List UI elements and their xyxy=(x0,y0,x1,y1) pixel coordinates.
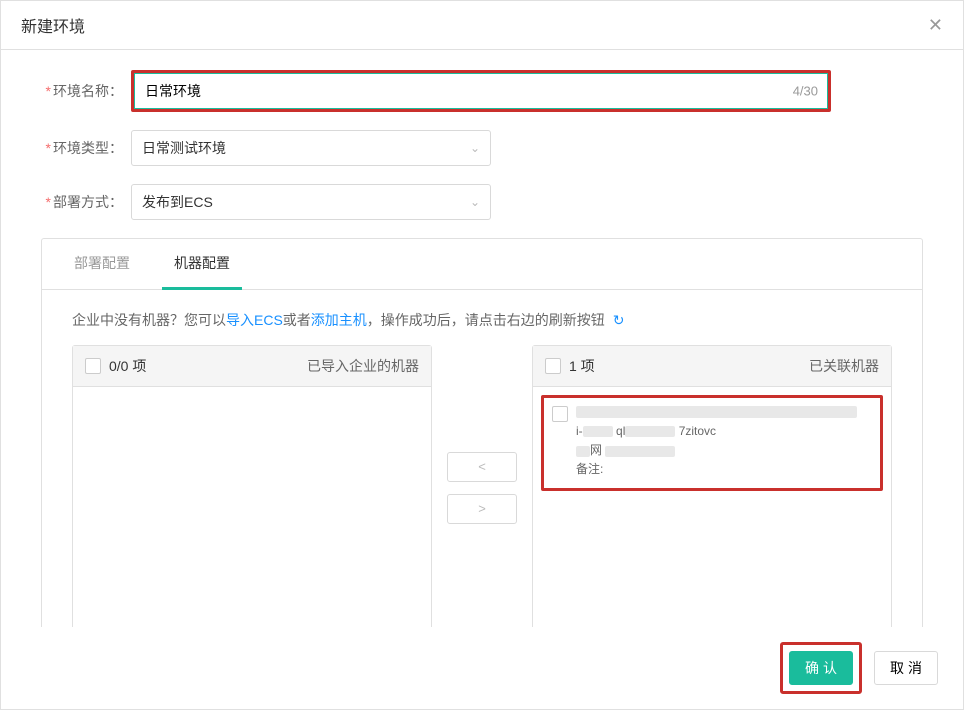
redacted-segment xyxy=(583,426,613,437)
env-name-input-highlight: 4/30 xyxy=(131,70,831,112)
move-right-button[interactable]: > xyxy=(447,494,517,524)
env-type-select[interactable]: 日常测试环境 ⌄ xyxy=(131,130,491,166)
hint-text: 企业中没有机器？您可以导入ECS或者添加主机，操作成功后，请点击右边的刷新按钮 … xyxy=(72,310,892,330)
deploy-method-label: *部署方式： xyxy=(41,192,131,212)
select-all-left-checkbox[interactable] xyxy=(85,358,101,374)
config-section: 部署配置 机器配置 企业中没有机器？您可以导入ECS或者添加主机，操作成功后，请… xyxy=(41,238,923,627)
new-environment-dialog: 新建环境 ✕ *环境名称： 4/30 *环境类型： 日常测试环境 ⌄ *部署方式… xyxy=(0,0,964,710)
close-icon[interactable]: ✕ xyxy=(928,16,943,34)
refresh-icon[interactable]: ↻ xyxy=(613,312,625,329)
deploy-method-row: *部署方式： 发布到ECS ⌄ xyxy=(41,184,923,220)
config-tabs: 部署配置 机器配置 xyxy=(42,239,922,290)
transfer-right-header: 1 项 已关联机器 xyxy=(533,346,891,387)
required-mark: * xyxy=(46,140,51,156)
machine-transfer: 0/0 项 已导入企业的机器 < > xyxy=(72,345,892,627)
redacted-segment xyxy=(625,426,675,437)
confirm-button[interactable]: 确认 xyxy=(789,651,853,685)
machine-remark-line: 备注: xyxy=(576,460,872,479)
dialog-title: 新建环境 xyxy=(21,13,85,37)
chevron-down-icon: ⌄ xyxy=(470,141,480,155)
cancel-button[interactable]: 取消 xyxy=(874,651,938,685)
dialog-header: 新建环境 ✕ xyxy=(1,1,963,50)
machine-info: i- ql 7zitovc 网 备注: xyxy=(576,406,872,480)
env-name-row: *环境名称： 4/30 xyxy=(41,70,923,112)
deploy-method-select[interactable]: 发布到ECS ⌄ xyxy=(131,184,491,220)
redacted-segment xyxy=(605,446,675,457)
deploy-method-value: 发布到ECS xyxy=(142,192,213,212)
confirm-button-highlight: 确认 xyxy=(780,642,862,694)
transfer-buttons: < > xyxy=(447,452,517,524)
tab-deploy-config[interactable]: 部署配置 xyxy=(62,239,142,289)
move-left-button[interactable]: < xyxy=(447,452,517,482)
redacted-segment xyxy=(576,446,590,457)
env-type-value: 日常测试环境 xyxy=(142,138,226,158)
machine-checkbox[interactable] xyxy=(552,406,568,422)
transfer-left-count: 0/0 项 xyxy=(109,356,146,376)
dialog-body: *环境名称： 4/30 *环境类型： 日常测试环境 ⌄ *部署方式： 发布到EC… xyxy=(1,50,963,627)
redacted-line xyxy=(576,406,857,418)
transfer-left-panel: 0/0 项 已导入企业的机器 xyxy=(72,345,432,627)
machine-id-line: i- ql 7zitovc xyxy=(576,422,872,441)
machine-item-highlight[interactable]: i- ql 7zitovc 网 备注: xyxy=(541,395,883,491)
char-counter: 4/30 xyxy=(793,84,818,99)
transfer-left-header: 0/0 项 已导入企业的机器 xyxy=(73,346,431,387)
transfer-right-count: 1 项 xyxy=(569,356,595,376)
dialog-footer: 确认 取消 xyxy=(1,627,963,709)
tab-content-machine: 企业中没有机器？您可以导入ECS或者添加主机，操作成功后，请点击右边的刷新按钮 … xyxy=(42,290,922,627)
env-type-row: *环境类型： 日常测试环境 ⌄ xyxy=(41,130,923,166)
required-mark: * xyxy=(46,194,51,210)
tab-machine-config[interactable]: 机器配置 xyxy=(162,239,242,290)
transfer-right-title: 已关联机器 xyxy=(809,356,879,376)
machine-network-line: 网 xyxy=(576,441,872,460)
chevron-right-icon: > xyxy=(478,501,486,516)
chevron-down-icon: ⌄ xyxy=(470,195,480,209)
select-all-right-checkbox[interactable] xyxy=(545,358,561,374)
chevron-left-icon: < xyxy=(478,459,486,474)
env-name-input[interactable] xyxy=(134,73,828,109)
import-ecs-link[interactable]: 导入ECS xyxy=(226,312,283,328)
required-mark: * xyxy=(46,83,51,99)
transfer-left-body xyxy=(73,387,431,627)
transfer-right-panel: 1 项 已关联机器 i- ql xyxy=(532,345,892,627)
env-name-label: *环境名称： xyxy=(41,81,131,101)
env-type-label: *环境类型： xyxy=(41,138,131,158)
transfer-left-title: 已导入企业的机器 xyxy=(307,356,419,376)
add-host-link[interactable]: 添加主机 xyxy=(311,312,367,328)
transfer-right-body: i- ql 7zitovc 网 备注: xyxy=(533,387,891,627)
